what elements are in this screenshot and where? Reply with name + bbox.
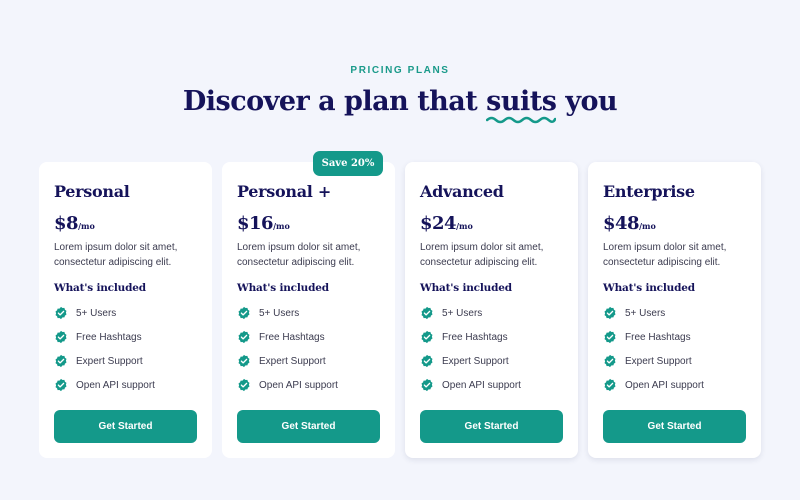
plan-card-enterprise: Enterprise $48/mo Lorem ipsum dolor sit … — [588, 162, 761, 458]
feature-label: Free Hashtags — [259, 331, 325, 343]
plan-name: Enterprise — [603, 182, 695, 201]
check-badge-icon — [55, 330, 67, 344]
feature-label: Expert Support — [442, 355, 509, 367]
feature-label: Open API support — [259, 379, 338, 391]
plan-card-personal-plus: Personal + $16/mo Lorem ipsum dolor sit … — [222, 162, 395, 458]
price-amount: $8 — [54, 213, 79, 234]
plan-card-personal: Personal $8/mo Lorem ipsum dolor sit ame… — [39, 162, 212, 458]
feature-label: Expert Support — [259, 355, 326, 367]
feature-item: Open API support — [54, 373, 197, 397]
check-badge-icon — [604, 330, 616, 344]
save-badge: Save 20% — [313, 151, 383, 176]
feature-list: 5+ Users Free Hashtags Expert Support Op… — [237, 301, 380, 397]
get-started-button[interactable]: Get Started — [420, 410, 563, 443]
check-badge-icon — [238, 306, 250, 320]
check-badge-icon — [421, 330, 433, 344]
feature-item: Free Hashtags — [54, 325, 197, 349]
feature-label: 5+ Users — [76, 307, 117, 319]
feature-item: Expert Support — [603, 349, 746, 373]
price-amount: $48 — [603, 213, 640, 234]
check-badge-icon — [55, 306, 67, 320]
feature-list: 5+ Users Free Hashtags Expert Support Op… — [54, 301, 197, 397]
included-heading: What's included — [603, 282, 695, 294]
headline-text-before: Discover a plan that — [182, 86, 487, 117]
eyebrow-label: PRICING PLANS — [350, 65, 450, 76]
feature-list: 5+ Users Free Hashtags Expert Support Op… — [603, 301, 746, 397]
headline-highlight-text: suits — [486, 86, 557, 117]
plan-name: Personal + — [237, 182, 331, 201]
feature-label: 5+ Users — [259, 307, 300, 319]
plan-card-advanced: Advanced $24/mo Lorem ipsum dolor sit am… — [405, 162, 578, 458]
check-badge-icon — [421, 354, 433, 368]
plan-name: Personal — [54, 182, 130, 201]
check-badge-icon — [55, 354, 67, 368]
feature-item: Free Hashtags — [420, 325, 563, 349]
headline-text-after: you — [556, 86, 618, 117]
feature-label: Open API support — [625, 379, 704, 391]
get-started-button[interactable]: Get Started — [54, 410, 197, 443]
plan-description: Lorem ipsum dolor sit amet, consectetur … — [603, 242, 727, 268]
included-heading: What's included — [237, 282, 329, 294]
feature-label: Expert Support — [76, 355, 143, 367]
feature-label: 5+ Users — [625, 307, 666, 319]
feature-item: 5+ Users — [603, 301, 746, 325]
feature-label: Expert Support — [625, 355, 692, 367]
feature-item: Expert Support — [420, 349, 563, 373]
plan-price: $8/mo — [54, 213, 197, 234]
get-started-button[interactable]: Get Started — [603, 410, 746, 443]
check-badge-icon — [238, 378, 250, 392]
check-badge-icon — [604, 378, 616, 392]
check-badge-icon — [55, 378, 67, 392]
price-amount: $16 — [237, 213, 274, 234]
plan-price: $48/mo — [603, 213, 746, 234]
price-period: /mo — [456, 221, 473, 231]
feature-label: Free Hashtags — [625, 331, 691, 343]
plan-description: Lorem ipsum dolor sit amet, consectetur … — [54, 242, 178, 268]
feature-item: Free Hashtags — [603, 325, 746, 349]
included-heading: What's included — [420, 282, 512, 294]
feature-item: Free Hashtags — [237, 325, 380, 349]
feature-list: 5+ Users Free Hashtags Expert Support Op… — [420, 301, 563, 397]
headline-highlight: suits — [486, 86, 557, 124]
check-badge-icon — [238, 330, 250, 344]
check-badge-icon — [238, 354, 250, 368]
feature-item: 5+ Users — [54, 301, 197, 325]
feature-item: Open API support — [603, 373, 746, 397]
feature-item: Expert Support — [237, 349, 380, 373]
feature-item: Open API support — [420, 373, 563, 397]
included-heading: What's included — [54, 282, 146, 294]
check-badge-icon — [421, 378, 433, 392]
feature-label: Open API support — [76, 379, 155, 391]
check-badge-icon — [604, 306, 616, 320]
price-period: /mo — [273, 221, 290, 231]
plan-name: Advanced — [420, 182, 504, 201]
plan-price: $16/mo — [237, 213, 380, 234]
feature-label: Open API support — [442, 379, 521, 391]
squiggle-underline-icon — [486, 116, 557, 124]
feature-label: 5+ Users — [442, 307, 483, 319]
feature-item: Expert Support — [54, 349, 197, 373]
feature-item: 5+ Users — [237, 301, 380, 325]
get-started-button[interactable]: Get Started — [237, 410, 380, 443]
price-period: /mo — [78, 221, 95, 231]
feature-item: 5+ Users — [420, 301, 563, 325]
price-period: /mo — [639, 221, 656, 231]
page-headline: Discover a plan that suits you — [0, 86, 800, 124]
price-amount: $24 — [420, 213, 457, 234]
feature-item: Open API support — [237, 373, 380, 397]
feature-label: Free Hashtags — [442, 331, 508, 343]
plan-description: Lorem ipsum dolor sit amet, consectetur … — [237, 242, 361, 268]
feature-label: Free Hashtags — [76, 331, 142, 343]
check-badge-icon — [421, 306, 433, 320]
plan-description: Lorem ipsum dolor sit amet, consectetur … — [420, 242, 544, 268]
pricing-cards: Personal $8/mo Lorem ipsum dolor sit ame… — [39, 162, 762, 458]
check-badge-icon — [604, 354, 616, 368]
plan-price: $24/mo — [420, 213, 563, 234]
